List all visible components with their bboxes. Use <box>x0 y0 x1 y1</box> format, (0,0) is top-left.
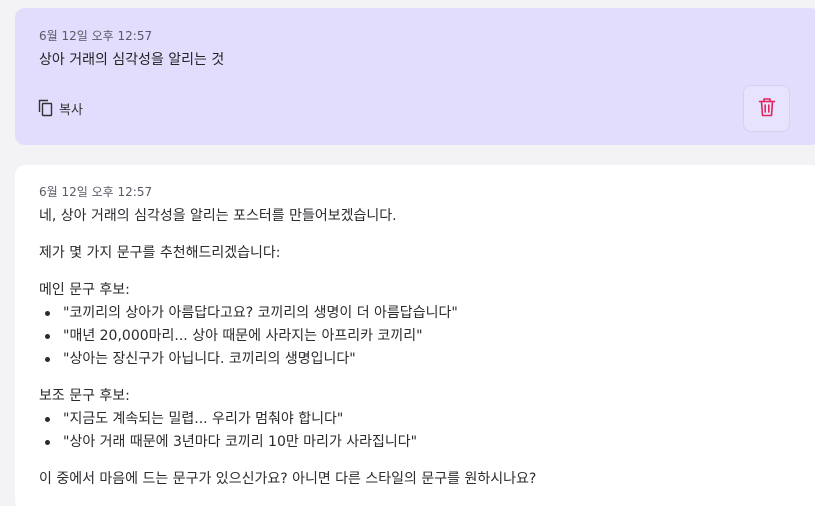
list-item: "상아 거래 때문에 3년마다 코끼리 10만 마리가 사라집니다" <box>39 431 799 454</box>
list-item: "지금도 계속되는 밀렵... 우리가 멈춰야 합니다" <box>39 408 799 431</box>
main-phrases-heading: 메인 문구 후보: <box>39 282 130 298</box>
assistant-message-body: 네, 상아 거래의 심각성을 알리는 포스터를 만들어보겠습니다. 제가 몇 가… <box>39 205 799 491</box>
assistant-message-timestamp: 6월 12일 오후 12:57 <box>39 185 153 199</box>
chat-page: 6월 12일 오후 12:57 상아 거래의 심각성을 알리는 것 복사 6월 … <box>0 0 815 506</box>
user-message-text: 상아 거래의 심각성을 알리는 것 <box>39 52 225 68</box>
user-message-timestamp: 6월 12일 오후 12:57 <box>39 29 153 43</box>
list-item: "상아는 장신구가 아닙니다. 코끼리의 생명입니다" <box>39 348 799 371</box>
list-item: "매년 20,000마리... 상아 때문에 사라지는 아프리카 코끼리" <box>39 325 799 348</box>
copy-icon <box>38 99 54 117</box>
copy-button[interactable]: 복사 <box>38 98 83 118</box>
sub-phrases-heading: 보조 문구 후보: <box>39 388 130 404</box>
assistant-lead: 제가 몇 가지 문구를 추천해드리겠습니다: <box>39 245 281 261</box>
assistant-intro: 네, 상아 거래의 심각성을 알리는 포스터를 만들어보겠습니다. <box>39 208 397 224</box>
delete-button[interactable] <box>743 85 790 132</box>
sub-phrases-list: "지금도 계속되는 밀렵... 우리가 멈춰야 합니다" "상아 거래 때문에 … <box>39 408 799 454</box>
user-message-card: 6월 12일 오후 12:57 상아 거래의 심각성을 알리는 것 복사 <box>15 8 815 145</box>
main-phrases-list: "코끼리의 상아가 아름답다고요? 코끼리의 생명이 더 아름답습니다" "매년… <box>39 302 799 371</box>
list-item: "코끼리의 상아가 아름답다고요? 코끼리의 생명이 더 아름답습니다" <box>39 302 799 325</box>
copy-button-label: 복사 <box>59 102 83 118</box>
trash-icon <box>758 97 776 121</box>
assistant-message-card: 6월 12일 오후 12:57 네, 상아 거래의 심각성을 알리는 포스터를 … <box>15 165 815 506</box>
assistant-closing: 이 중에서 마음에 드는 문구가 있으신가요? 아니면 다른 스타일의 문구를 … <box>39 471 537 487</box>
